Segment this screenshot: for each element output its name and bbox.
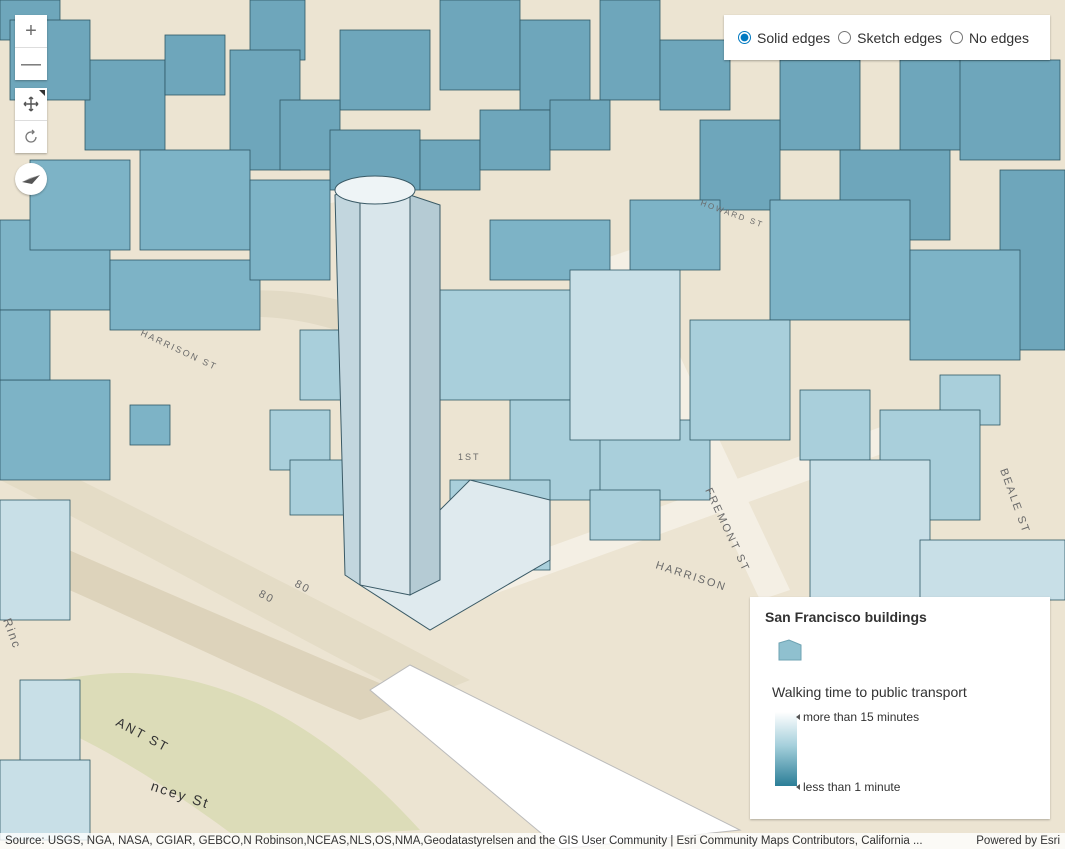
no-edges-option[interactable]: No edges (950, 30, 1029, 46)
zoom-in-button[interactable]: + (15, 15, 47, 47)
building-symbol-swatch (778, 639, 802, 661)
attribution-bar[interactable]: Source: USGS, NGA, NASA, CGIAR, GEBCO,N … (0, 833, 1065, 849)
solid-edges-label: Solid edges (757, 29, 831, 46)
solid-edges-radio[interactable] (738, 31, 751, 44)
legend-field-title: Walking time to public transport (772, 684, 967, 700)
color-ramp-bar (775, 712, 797, 786)
navigation-toggle (15, 88, 47, 153)
ramp-low-label: less than 1 minute (795, 780, 901, 794)
zoom-controls: + — (15, 15, 47, 80)
plus-icon: + (25, 19, 37, 42)
solid-edges-option[interactable]: Solid edges (738, 30, 830, 46)
street-label-1st: 1ST (458, 452, 481, 462)
powered-by-link[interactable]: Powered by Esri (976, 835, 1060, 847)
rotate-icon (25, 129, 37, 143)
zoom-out-button[interactable]: — (15, 47, 47, 80)
edge-style-panel: Solid edges Sketch edges No edges (724, 15, 1050, 60)
compass-icon (22, 175, 40, 184)
ramp-high-label: more than 15 minutes (795, 710, 920, 724)
compass-button[interactable] (15, 163, 47, 195)
sketch-edges-option[interactable]: Sketch edges (838, 30, 942, 46)
legend-panel: San Francisco buildings Walking time to … (750, 597, 1050, 819)
pan-icon (23, 96, 39, 112)
sketch-edges-radio[interactable] (838, 31, 852, 44)
attribution-source[interactable]: Source: USGS, NGA, NASA, CGIAR, GEBCO,N … (5, 835, 923, 847)
minus-icon: — (21, 52, 41, 75)
no-edges-radio[interactable] (950, 31, 964, 44)
legend-layer-title: San Francisco buildings (765, 609, 927, 625)
rotate-button[interactable] (15, 120, 47, 153)
no-edges-label: No edges (969, 29, 1029, 46)
pan-button[interactable] (15, 88, 47, 120)
sketch-edges-label: Sketch edges (857, 29, 943, 46)
color-ramp: more than 15 minutes less than 1 minute (775, 710, 1035, 794)
